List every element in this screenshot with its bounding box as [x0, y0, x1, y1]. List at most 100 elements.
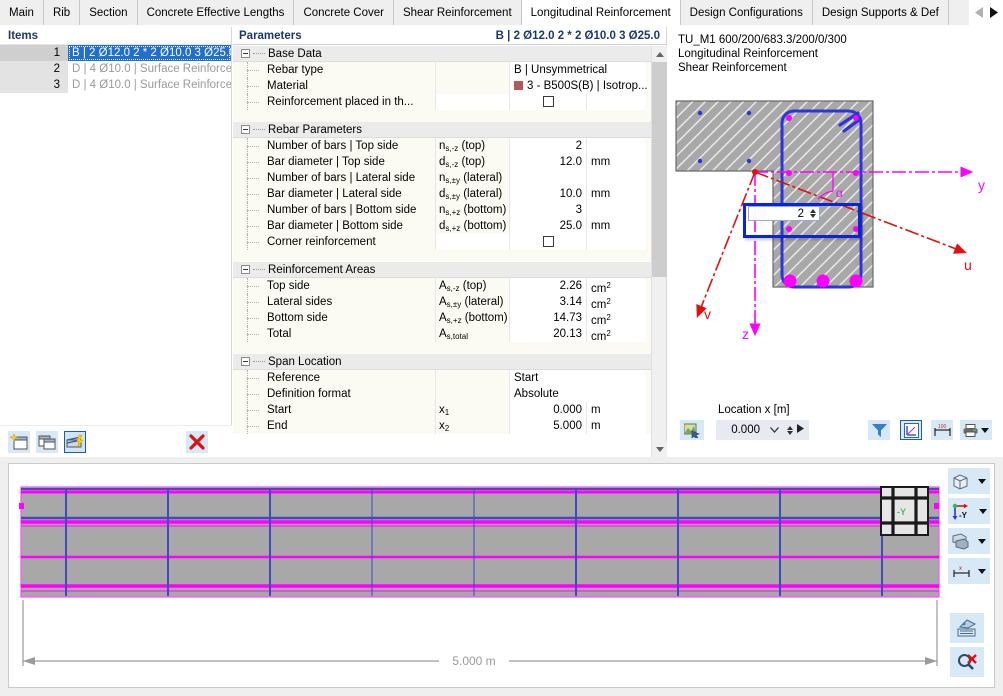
param-value[interactable]: 3 [509, 202, 586, 218]
param-row-d-top[interactable]: Bar diameter | Top side ds,-z (top) 12.0… [233, 154, 652, 170]
print-view-button[interactable] [950, 613, 984, 643]
tab-scroll-left-icon[interactable] [972, 0, 986, 25]
param-value[interactable]: 10.0 [509, 186, 586, 202]
tab-rib[interactable]: Rib [43, 0, 81, 25]
param-symbol: ds,+z (bottom) [435, 218, 509, 234]
param-unit: mm [586, 186, 646, 202]
tab-shear-reinforcement[interactable]: Shear Reinforcement [393, 0, 522, 25]
tab-scroll-right-icon[interactable] [986, 0, 1000, 25]
parameters-scrollbar[interactable] [651, 46, 667, 457]
svg-text:-Y: -Y [959, 511, 968, 520]
param-value[interactable]: 2 [509, 138, 586, 154]
location-spinner-icon[interactable] [786, 425, 794, 435]
scroll-up-button[interactable] [652, 46, 667, 62]
edit-item-button[interactable] [64, 430, 86, 453]
collapse-icon[interactable] [241, 265, 250, 274]
param-value[interactable]: Absolute [509, 386, 646, 402]
param-label: Bottom side [267, 312, 328, 324]
list-item[interactable]: 3 D | 4 Ø10.0 | Surface Reinforce [0, 77, 231, 93]
collapse-icon[interactable] [241, 125, 250, 134]
dimension-display-button[interactable]: x [948, 558, 990, 584]
location-next-icon[interactable] [797, 424, 809, 436]
param-value[interactable]: Start [509, 370, 646, 386]
param-label: Bar diameter | Top side [267, 156, 385, 168]
param-row-reference[interactable]: Reference Start [233, 370, 652, 386]
cross-section-diagram[interactable]: y z u v α [668, 87, 1003, 387]
param-value[interactable]: 0.000 [509, 402, 586, 418]
group-header-base-data[interactable]: Base Data [233, 46, 652, 62]
filter-button[interactable] [868, 420, 890, 440]
span-dimension-label: 5.000 m [452, 654, 495, 668]
param-checkbox-cell[interactable] [509, 234, 586, 250]
reset-zoom-button[interactable] [950, 647, 984, 677]
reinforcement-placed-checkbox[interactable] [542, 96, 554, 108]
param-value[interactable]: 12.0 [509, 154, 586, 170]
view-mode-button[interactable] [948, 468, 990, 494]
param-row-n-bottom[interactable]: Number of bars | Bottom side ns,+z (bott… [233, 202, 652, 218]
copy-item-button[interactable] [36, 430, 58, 453]
param-row-corner-reinforcement[interactable]: Corner reinforcement [233, 234, 652, 250]
tab-concrete-cover[interactable]: Concrete Cover [294, 0, 394, 25]
location-combo[interactable]: 0.000 [716, 420, 809, 440]
collapse-icon[interactable] [241, 357, 250, 366]
group-header-rebar-parameters[interactable]: Rebar Parameters [233, 122, 652, 138]
chevron-down-icon[interactable] [979, 508, 987, 514]
chevron-down-icon[interactable] [978, 568, 987, 574]
param-row-start[interactable]: Start x1 0.000 m [233, 402, 652, 418]
axes-button[interactable] [900, 420, 922, 440]
param-row-end[interactable]: End x2 5.000 m [233, 418, 652, 434]
tab-longitudinal-reinforcement[interactable]: Longitudinal Reinforcement [521, 0, 681, 25]
delete-item-button[interactable] [186, 430, 208, 453]
beam-elevation-diagram[interactable]: -Y 5.000 m [9, 464, 949, 687]
param-row-n-lateral[interactable]: Number of bars | Lateral side ns,±y (lat… [233, 170, 652, 186]
scrollbar-thumb[interactable] [652, 62, 667, 277]
scroll-down-button[interactable] [652, 441, 667, 457]
param-row-definition-format[interactable]: Definition format Absolute [233, 386, 652, 402]
chevron-down-icon[interactable] [977, 478, 986, 484]
param-row-as-total[interactable]: Total As,total 20.13 cm2 [233, 326, 652, 343]
param-row-d-bottom[interactable]: Bar diameter | Bottom side ds,+z (bottom… [233, 218, 652, 234]
view-direction-button[interactable]: -Y [948, 498, 990, 524]
lateral-bar-count-input[interactable]: 2 [748, 206, 820, 221]
param-row-reinforcement-placed[interactable]: Reinforcement placed in th... [233, 94, 652, 110]
tab-section[interactable]: Section [80, 0, 138, 25]
corner-reinforcement-checkbox[interactable] [542, 236, 554, 248]
pick-location-button[interactable] [680, 420, 704, 440]
param-row-material[interactable]: Material 3 - B500S(B) | Isotrop... [233, 78, 652, 94]
group-header-reinforcement-areas[interactable]: Reinforcement Areas [233, 262, 652, 278]
param-value: 2.26 [509, 278, 586, 294]
spinner-icon[interactable] [809, 209, 817, 218]
param-row-as-lateral[interactable]: Lateral sides As,±y (lateral) 3.14 cm2 [233, 294, 652, 311]
tab-bar: Main Rib Section Concrete Effective Leng… [0, 0, 1003, 25]
param-row-as-bottom[interactable]: Bottom side As,+z (bottom) 14.73 cm2 [233, 310, 652, 327]
param-row-as-top[interactable]: Top side As,-z (top) 2.26 cm2 [233, 278, 652, 295]
param-value[interactable]: 25.0 [509, 218, 586, 234]
print-button[interactable] [960, 420, 992, 440]
section-caption: TU_M1 600/200/683.3/200/0/300 Longitudin… [678, 34, 847, 74]
print-preview-icon [957, 619, 977, 637]
param-value[interactable]: 5.000 [509, 418, 586, 434]
list-item[interactable]: 1 B | 2 Ø12.0 2 * 2 Ø10.0 3 Ø25.0 [0, 45, 231, 61]
render-mode-button[interactable] [948, 528, 990, 554]
param-row-rebar-type[interactable]: Rebar type B | Unsymmetrical [233, 62, 652, 78]
new-item-button[interactable] [8, 430, 30, 453]
print-dropdown-icon[interactable] [981, 424, 989, 436]
section-view-panel: TU_M1 600/200/683.3/200/0/300 Longitudin… [668, 27, 1003, 457]
tab-main[interactable]: Main [0, 0, 44, 25]
chevron-down-icon[interactable] [766, 424, 783, 436]
group-header-span-location[interactable]: Span Location [233, 354, 652, 370]
param-label: Number of bars | Bottom side [267, 204, 417, 216]
param-row-d-lateral[interactable]: Bar diameter | Lateral side ds,±y (later… [233, 186, 652, 202]
chevron-down-icon[interactable] [977, 538, 986, 544]
param-row-n-top[interactable]: Number of bars | Top side ns,-z (top) 2 [233, 138, 652, 154]
tree-indent [233, 138, 265, 154]
dimensions-button[interactable]: 100 [931, 420, 953, 440]
tab-design-supports-and-def[interactable]: Design Supports & Def [812, 0, 949, 25]
list-item[interactable]: 2 D | 4 Ø10.0 | Surface Reinforce [0, 61, 231, 77]
tab-concrete-effective-lengths[interactable]: Concrete Effective Lengths [137, 0, 295, 25]
param-value[interactable] [509, 170, 586, 186]
collapse-icon[interactable] [241, 49, 250, 58]
param-value-material: 3 - B500S(B) | Isotrop... [509, 78, 648, 94]
tab-design-configurations[interactable]: Design Configurations [680, 0, 813, 25]
param-checkbox-cell[interactable] [509, 94, 586, 110]
